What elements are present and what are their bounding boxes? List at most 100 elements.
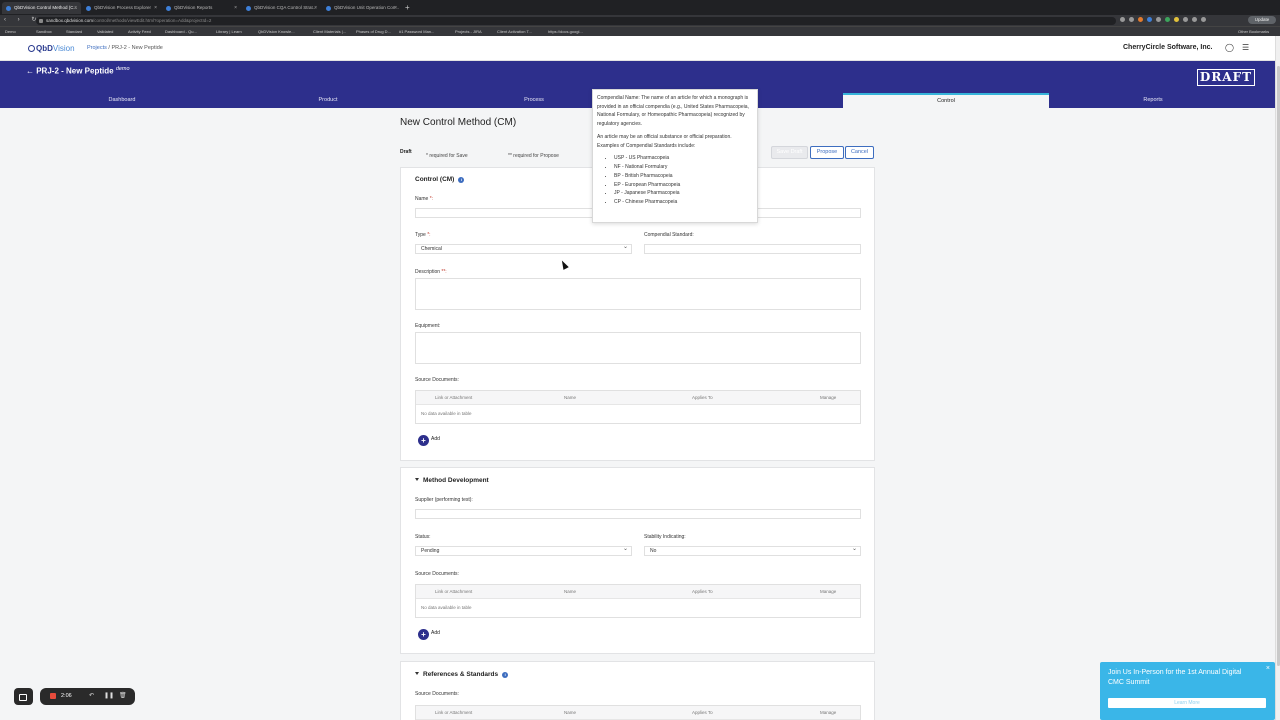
url-path: /control/methods/viewEdit.html?operation… <box>93 18 212 23</box>
pause-icon[interactable]: ❚❚ <box>104 688 114 705</box>
type-label-text: Type <box>415 232 428 238</box>
browser-tab-process-explorer[interactable]: QbDVision Process Explorer × <box>82 2 161 14</box>
tab-reports[interactable]: Reports <box>1050 93 1256 108</box>
extension-icon[interactable] <box>1147 17 1152 22</box>
stop-recording-icon[interactable] <box>50 693 56 699</box>
section-title-text: References & Standards <box>423 671 499 678</box>
method-development-toggle[interactable]: Method Development <box>415 477 489 484</box>
cancel-button[interactable]: Cancel <box>845 146 874 159</box>
compendial-standard-field[interactable] <box>644 244 861 254</box>
tab-label: QbDVision CQA Control Strat... <box>254 5 317 10</box>
column-header[interactable]: Applies To <box>692 585 713 599</box>
add-document-button[interactable]: + Add <box>418 435 440 446</box>
extension-icon[interactable] <box>1174 17 1179 22</box>
favicon-icon <box>246 6 251 11</box>
description-field[interactable] <box>415 278 861 310</box>
tab-product[interactable]: Product <box>225 93 431 108</box>
browser-tab-unit-operation[interactable]: QbDVision Unit Operation Con... × <box>322 2 401 14</box>
extension-icon[interactable] <box>1192 17 1197 22</box>
breadcrumb: Projects / PRJ-2 - New Peptide <box>87 45 163 51</box>
stability-indicating-select[interactable]: No <box>644 545 861 556</box>
status-select[interactable]: Pending <box>415 545 632 556</box>
equipment-field[interactable] <box>415 332 861 364</box>
column-header[interactable]: Name <box>564 706 576 720</box>
supplier-field[interactable] <box>415 509 861 519</box>
info-icon[interactable]: i <box>502 672 509 678</box>
column-header[interactable]: Link or Attachment <box>435 391 472 405</box>
table-header-row: Link or Attachment Name Applies To Manag… <box>416 706 860 720</box>
bookmarks-bar: Demo Sandbox Standard Validated Activity… <box>0 26 1280 36</box>
tab-control[interactable]: Control <box>843 93 1049 108</box>
favicon-icon <box>6 6 11 11</box>
column-header[interactable]: Link or Attachment <box>435 585 472 599</box>
control-section-title: Control (CM) i <box>415 176 465 183</box>
propose-button[interactable]: Propose <box>810 146 844 159</box>
info-icon[interactable]: i <box>458 177 465 183</box>
browser-tab-cqa-control[interactable]: QbDVision CQA Control Strat... × <box>242 2 321 14</box>
close-icon[interactable]: × <box>1266 665 1270 672</box>
browser-toolbar: ‹ › ↻ sandbox.qbdvision.com/control/meth… <box>0 15 1280 26</box>
extension-icon[interactable] <box>1138 17 1143 22</box>
favicon-icon <box>166 6 171 11</box>
column-header[interactable]: Name <box>564 391 576 405</box>
status-badge: Draft <box>400 149 412 155</box>
recording-timer: 2:06 <box>61 693 72 699</box>
tooltip-definition: Compendial Name: The name of an article … <box>597 95 749 128</box>
save-draft-button[interactable]: Save Draft <box>771 146 808 159</box>
extension-icon[interactable] <box>1165 17 1170 22</box>
learn-more-button[interactable]: Learn More <box>1108 698 1266 708</box>
browser-update-button[interactable]: Update <box>1248 16 1276 24</box>
add-document-button[interactable]: + Add <box>418 629 440 640</box>
address-bar[interactable]: sandbox.qbdvision.com/control/methods/vi… <box>36 17 1116 25</box>
column-header[interactable]: Applies To <box>692 706 713 720</box>
plus-icon: + <box>418 629 429 640</box>
column-header: Manage <box>820 395 837 400</box>
project-back-link[interactable]: ← PRJ-2 - New Peptide demo <box>26 66 130 76</box>
chevron-down-icon <box>415 672 419 675</box>
qbdvision-logo[interactable]: QbDVision <box>28 44 75 53</box>
name-label: Name *: <box>415 196 433 202</box>
close-tab-icon[interactable]: × <box>234 2 237 14</box>
close-tab-icon[interactable]: × <box>314 2 317 14</box>
stability-indicating-label: Stability Indicating: <box>644 534 686 540</box>
extension-icons[interactable] <box>1120 17 1210 24</box>
tooltip-list: USP - US Pharmacopeia NF - National Form… <box>597 154 753 207</box>
supplier-label: Supplier (performing test): <box>415 497 473 503</box>
extension-icon[interactable] <box>1183 17 1188 22</box>
type-select[interactable]: Chemical <box>415 243 632 254</box>
column-header[interactable]: Applies To <box>692 391 713 405</box>
browser-tab-control-method[interactable]: QbDVision Control Method (C... × <box>2 2 81 14</box>
extension-icon[interactable] <box>1156 17 1161 22</box>
chat-icon[interactable]: ◯ <box>1225 44 1234 52</box>
favicon-icon <box>86 6 91 11</box>
app-header: QbDVision Projects / PRJ-2 - New Peptide… <box>0 36 1280 61</box>
source-documents-table: Link or Attachment Name Applies To Manag… <box>415 390 861 424</box>
browser-tab-reports[interactable]: QbDVision Reports × <box>162 2 241 14</box>
banner-message: Join Us In-Person for the 1st Annual Dig… <box>1108 669 1242 686</box>
extension-icon[interactable] <box>1120 17 1125 22</box>
menu-icon[interactable]: ☰ <box>1242 44 1249 52</box>
camera-toggle-icon[interactable] <box>14 688 33 705</box>
undo-icon[interactable]: ↶ <box>89 688 94 705</box>
extension-icon[interactable] <box>1129 17 1134 22</box>
close-tab-icon[interactable]: × <box>74 2 77 14</box>
tooltip-list-item: NF - National Formulary <box>614 163 753 172</box>
trash-icon[interactable]: 🗑 <box>119 688 127 705</box>
breadcrumb-projects-link[interactable]: Projects <box>87 45 107 51</box>
column-header[interactable]: Link or Attachment <box>435 706 472 720</box>
column-header[interactable]: Name <box>564 585 576 599</box>
draft-stamp: DRAFT <box>1197 69 1255 86</box>
page-scrollbar[interactable] <box>1275 36 1280 720</box>
source-documents-table: Link or Attachment Name Applies To Manag… <box>415 584 861 618</box>
new-tab-button[interactable]: + <box>405 2 410 14</box>
column-header: Manage <box>820 710 837 715</box>
tab-dashboard[interactable]: Dashboard <box>19 93 225 108</box>
required-propose-note: ** required for Propose <box>508 153 559 159</box>
table-header-row: Link or Attachment Name Applies To Manag… <box>416 391 860 405</box>
extension-icon[interactable] <box>1201 17 1206 22</box>
close-tab-icon[interactable]: × <box>154 2 157 14</box>
project-tag: demo <box>115 66 130 72</box>
close-tab-icon[interactable]: × <box>394 2 397 14</box>
references-toggle[interactable]: References & Standards i <box>415 671 509 678</box>
tooltip-list-item: JP - Japanese Pharmacopeia <box>614 189 753 198</box>
